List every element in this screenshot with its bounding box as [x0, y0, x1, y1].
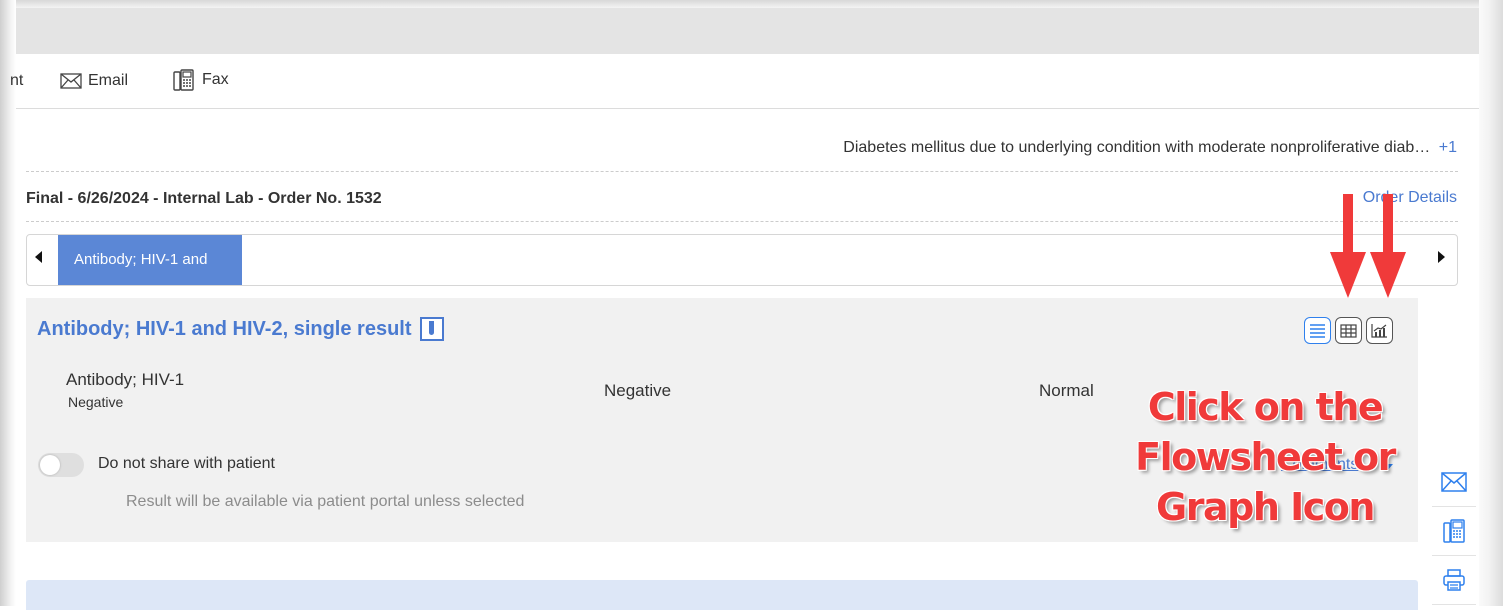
fax-button[interactable]: Fax: [172, 68, 229, 92]
panel-title: Antibody; HIV-1 and HIV-2, single result: [37, 317, 412, 340]
result-flag: Normal: [1039, 381, 1094, 400]
graph-button[interactable]: [1366, 317, 1393, 344]
envelope-icon: [60, 73, 82, 89]
diagnosis-more-link[interactable]: +1: [1439, 139, 1457, 156]
view-switcher: [1304, 317, 1393, 344]
fax-icon: [1443, 519, 1465, 543]
divider: [26, 171, 1458, 172]
side-fax-button[interactable]: [1432, 507, 1476, 556]
share-toggle[interactable]: [38, 453, 84, 477]
fax-icon: [173, 69, 194, 91]
annotation-line: Graph Icon: [1156, 485, 1375, 529]
tab-antibody-hiv[interactable]: Antibody; HIV-1 and: [58, 235, 242, 285]
window-shadow-left: [0, 0, 16, 606]
flowsheet-icon: [1340, 323, 1357, 338]
annotation-arrows: [1330, 194, 1406, 298]
order-title: Final - 6/26/2024 - Internal Lab - Order…: [26, 190, 382, 207]
toolbar: nt Email Fax: [10, 54, 1479, 109]
annotation-line: Flowsheet or: [1135, 435, 1396, 479]
annotation-callout: Click on the Flowsheet or Graph Icon: [1120, 382, 1410, 532]
diagnosis-line: Diabetes mellitus due to underlying cond…: [843, 139, 1457, 157]
email-label: Email: [88, 72, 129, 89]
tab-scroll-right-icon[interactable]: [1438, 251, 1445, 263]
divider: [26, 221, 1458, 222]
diagnosis-text: Diabetes mellitus due to underlying cond…: [843, 139, 1431, 156]
result-name: Antibody; HIV-1: [66, 370, 185, 389]
fax-label: Fax: [202, 71, 229, 88]
tab-scroll-left-icon[interactable]: [35, 251, 42, 263]
side-action-rail: [1432, 458, 1476, 605]
envelope-icon: [1441, 472, 1467, 492]
list-view-button[interactable]: [1304, 317, 1331, 344]
share-toggle-label: Do not share with patient: [98, 455, 275, 472]
print-button[interactable]: nt: [10, 72, 23, 90]
graph-icon: [1371, 324, 1387, 338]
annotation-line: Click on the: [1147, 385, 1384, 429]
print-label: nt: [10, 72, 24, 89]
printer-icon: [1443, 569, 1465, 591]
result-subtext: Negative: [68, 394, 124, 410]
share-help-text: Result will be available via patient por…: [126, 493, 525, 510]
window-shadow-top: [0, 0, 1503, 8]
email-button[interactable]: Email: [60, 72, 128, 90]
panel-title-row: Antibody; HIV-1 and HIV-2, single result: [37, 317, 444, 341]
side-print-button[interactable]: [1432, 556, 1476, 605]
flowsheet-button[interactable]: [1335, 317, 1362, 344]
result-tab-strip: Antibody; HIV-1 and: [26, 234, 1458, 286]
list-view-icon: [1310, 324, 1325, 338]
result-value: Negative: [604, 381, 672, 400]
side-email-button[interactable]: [1432, 458, 1476, 507]
title-bar: [16, 8, 1479, 54]
test-tube-icon: [419, 317, 444, 341]
window-shadow-right: [1479, 0, 1503, 606]
